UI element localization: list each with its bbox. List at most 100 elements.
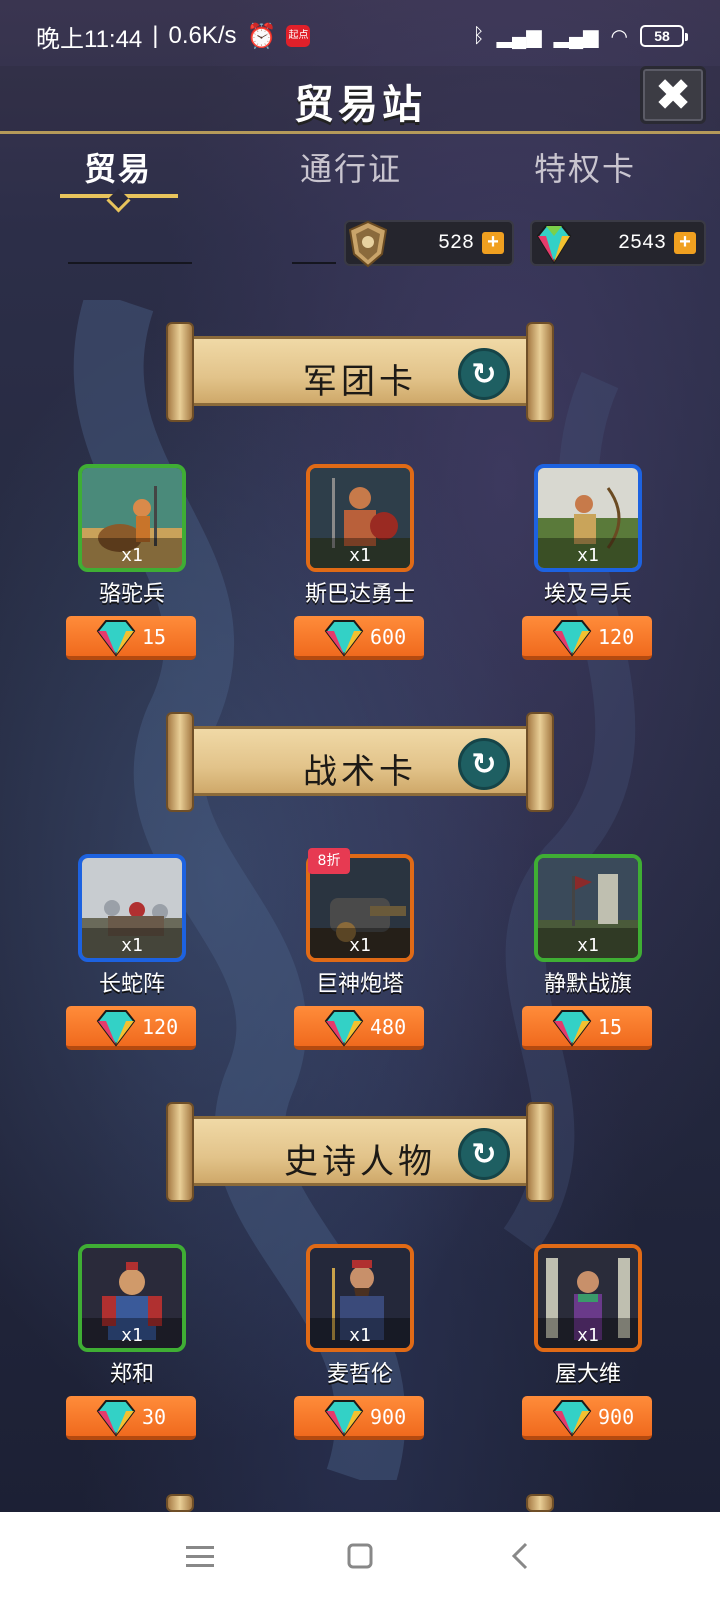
section-banner-next <box>166 1494 554 1512</box>
price-value: 15 <box>598 1015 623 1039</box>
shop-item-camel-rider: x1 骆驼兵 15 <box>66 464 198 660</box>
refresh-button[interactable]: ↻ <box>458 348 510 400</box>
item-card[interactable]: x1 <box>306 464 414 572</box>
currency-gems: 2543 + <box>530 220 706 266</box>
price-value: 900 <box>370 1405 407 1429</box>
shop-item-spartan-warrior: x1 斯巴达勇士 600 <box>294 464 426 660</box>
buy-button[interactable]: 480 <box>294 1006 424 1050</box>
item-card[interactable]: x1 <box>78 464 186 572</box>
refresh-icon: ↻ <box>471 1136 497 1172</box>
menu-icon <box>186 1546 214 1567</box>
shop-item-silent-banner: x1 静默战旗 15 <box>522 854 654 1050</box>
gem-icon <box>96 1010 136 1047</box>
emblem-amount: 528 <box>437 231 474 255</box>
item-quantity: x1 <box>577 1325 599 1346</box>
price-value: 600 <box>370 625 407 649</box>
scroll-roll <box>526 1494 554 1512</box>
wifi-icon: ◠ <box>610 25 628 48</box>
gem-icon <box>324 1010 364 1047</box>
bluetooth-icon: ᛒ <box>472 24 485 47</box>
close-button[interactable]: ✖ <box>640 66 706 124</box>
item-quantity: x1 <box>577 545 599 566</box>
app-notification-badge: 起点 <box>286 25 311 47</box>
status-network-speed: 0.6K/s <box>168 22 237 49</box>
buy-button[interactable]: 600 <box>294 616 424 660</box>
back-button[interactable] <box>500 1536 540 1576</box>
section-banner-tactics: 战术卡 ↻ <box>166 712 554 812</box>
item-card[interactable]: x1 <box>534 854 642 962</box>
item-name: 埃及弓兵 <box>543 582 632 607</box>
page-title: 贸易站 <box>294 82 426 128</box>
price-value: 120 <box>598 625 635 649</box>
tab-privilege-card[interactable]: 特权卡 <box>534 144 636 190</box>
gem-icon <box>96 1400 136 1437</box>
header: 贸易站 ✖ <box>0 66 720 134</box>
menu-button[interactable] <box>180 1536 220 1576</box>
item-name: 静默战旗 <box>543 972 632 997</box>
item-quantity: x1 <box>349 1325 371 1346</box>
item-card[interactable]: x1 <box>534 464 642 572</box>
item-name: 长蛇阵 <box>98 972 165 997</box>
item-quantity: x1 <box>349 545 371 566</box>
item-name: 骆驼兵 <box>98 582 165 607</box>
gem-icon <box>552 620 592 657</box>
buy-button[interactable]: 900 <box>522 1396 652 1440</box>
gem-icon <box>324 620 364 657</box>
item-name: 郑和 <box>109 1362 154 1387</box>
item-name: 麦哲伦 <box>326 1362 393 1387</box>
gem-icon <box>552 1010 592 1047</box>
item-card[interactable]: x1 <box>78 1244 186 1352</box>
item-quantity: x1 <box>121 1325 143 1346</box>
signal-icon-2: ▂▄▆ <box>553 25 599 48</box>
refresh-button[interactable]: ↻ <box>458 1128 510 1180</box>
buy-button[interactable]: 120 <box>522 616 652 660</box>
buy-button[interactable]: 30 <box>66 1396 196 1440</box>
close-x-icon: ✖ <box>654 69 692 121</box>
add-gem-button[interactable]: + <box>674 232 696 255</box>
refresh-button[interactable]: ↻ <box>458 738 510 790</box>
section-banner-legion: 军团卡 ↻ <box>166 322 554 422</box>
gem-amount: 2543 <box>617 231 666 255</box>
buy-button[interactable]: 900 <box>294 1396 424 1440</box>
gem-icon <box>96 620 136 657</box>
shop-item-zheng-he: x1 郑和 30 <box>66 1244 198 1440</box>
shop-item-titan-turret: x1 8折 巨神炮塔 480 <box>294 848 426 1050</box>
price-value: 120 <box>142 1015 179 1039</box>
gem-icon <box>552 1400 592 1437</box>
price-value: 30 <box>142 1405 167 1429</box>
buy-button[interactable]: 15 <box>66 616 196 660</box>
battery-icon: 58 <box>640 25 688 47</box>
item-quantity: x1 <box>121 935 143 956</box>
status-separator: | <box>152 22 159 49</box>
item-card[interactable]: x1 <box>78 854 186 962</box>
gem-icon <box>536 225 572 264</box>
active-tab-indicator <box>60 194 178 198</box>
item-name: 屋大维 <box>554 1362 621 1387</box>
item-card[interactable]: x1 <box>306 1244 414 1352</box>
item-card[interactable]: x1 <box>534 1244 642 1352</box>
tab-bar: 贸易 通行证 特权卡 <box>0 140 720 220</box>
buy-button[interactable]: 15 <box>522 1006 652 1050</box>
home-button[interactable] <box>340 1536 380 1576</box>
discount-badge: 8折 <box>308 848 350 874</box>
tab-pass[interactable]: 通行证 <box>300 144 402 190</box>
item-quantity: x1 <box>349 935 371 956</box>
add-emblem-button[interactable]: + <box>482 232 504 255</box>
scroll-roll <box>166 1494 194 1512</box>
status-bar: 晚上11:44 | 0.6K/s ⏰ 起点 ᛒ ▂▄▆ ▂▄▆ ◠ 58 <box>0 0 720 72</box>
currency-emblem: 528 + <box>344 220 514 268</box>
refresh-icon: ↻ <box>471 746 497 782</box>
shop-item-octavian: x1 屋大维 900 <box>522 1244 654 1440</box>
item-name: 斯巴达勇士 <box>304 582 415 607</box>
signal-icon: ▂▄▆ <box>496 25 542 48</box>
refresh-icon: ↻ <box>471 356 497 392</box>
tab-trade[interactable]: 贸易 <box>84 144 152 190</box>
item-quantity: x1 <box>121 545 143 566</box>
item-quantity: x1 <box>577 935 599 956</box>
system-nav-bar <box>0 1512 720 1600</box>
shop-item-snake-formation: x1 长蛇阵 120 <box>66 854 198 1050</box>
status-time: 晚上11:44 <box>36 25 143 53</box>
divider <box>292 262 336 264</box>
alarm-clock-icon: ⏰ <box>246 22 277 50</box>
buy-button[interactable]: 120 <box>66 1006 196 1050</box>
